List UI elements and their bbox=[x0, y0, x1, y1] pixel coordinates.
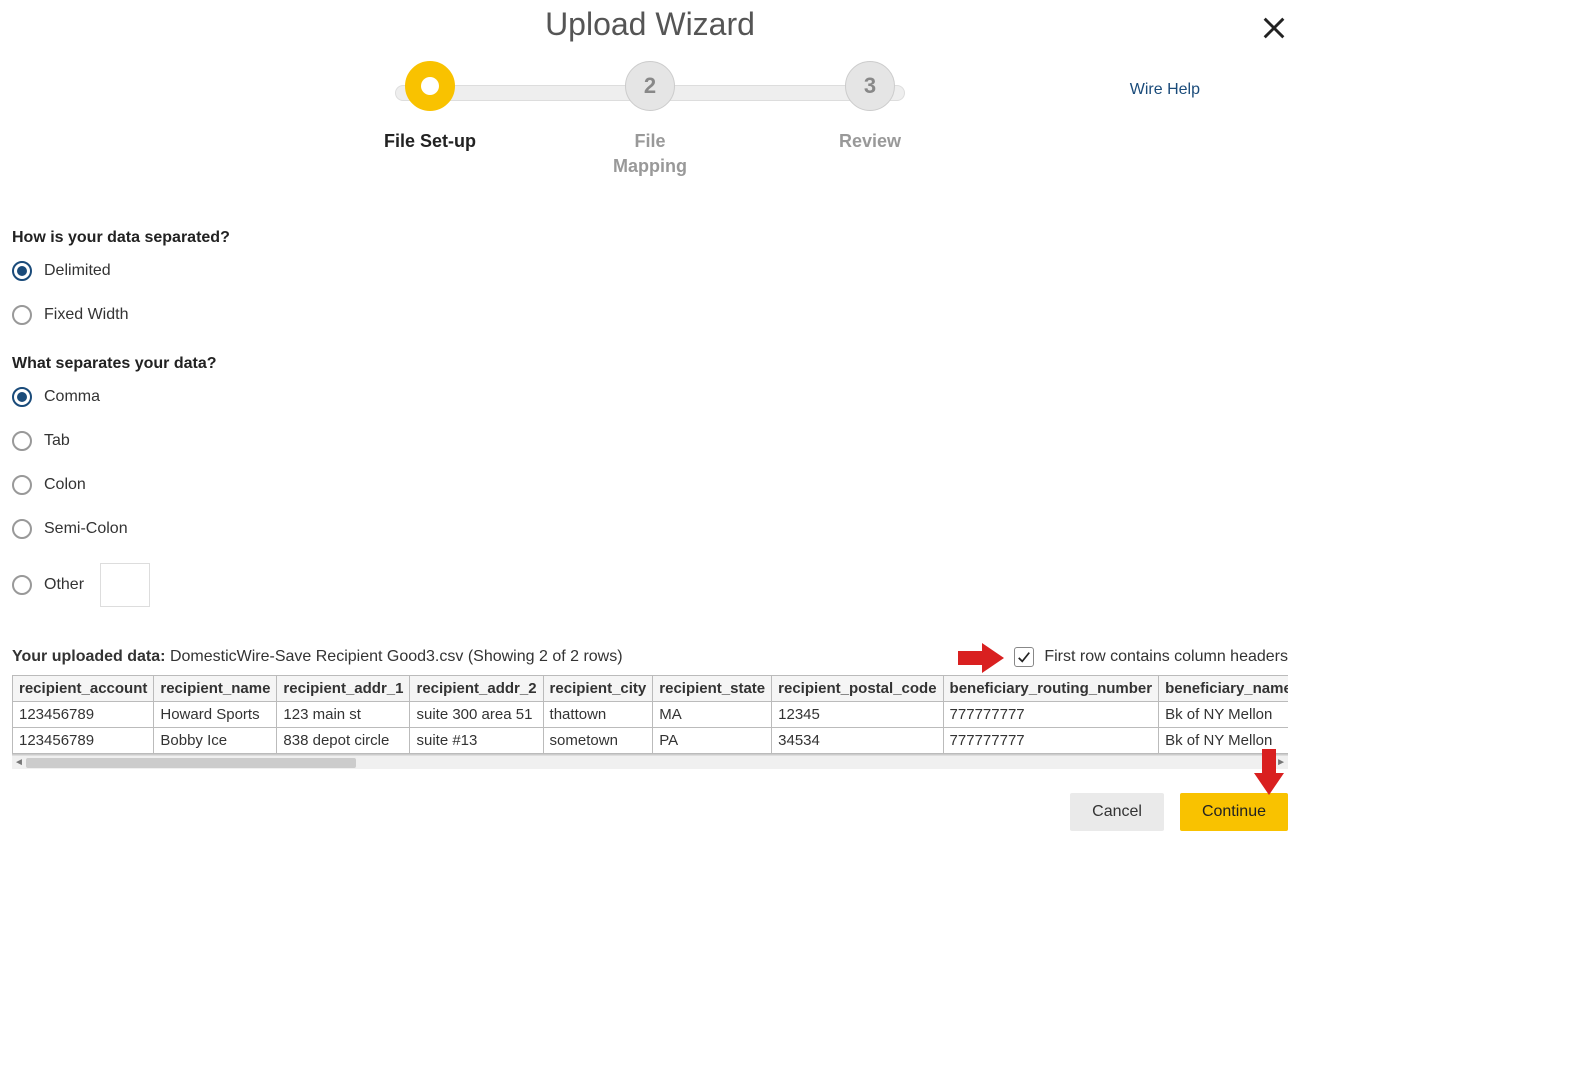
radio-label: Colon bbox=[44, 476, 86, 494]
step-2: 2 File Mapping bbox=[590, 61, 710, 179]
question-data-separated: How is your data separated? bbox=[12, 229, 1288, 247]
first-row-headers-checkbox[interactable] bbox=[1014, 647, 1034, 667]
table-cell: Bk of NY Mellon bbox=[1159, 702, 1288, 728]
table-header-cell: recipient_state bbox=[653, 676, 772, 702]
table-cell: suite #13 bbox=[410, 728, 543, 754]
table-cell: sometown bbox=[543, 728, 653, 754]
delimiter-option[interactable]: Semi-Colon bbox=[12, 519, 1288, 539]
step-circle: 2 bbox=[625, 61, 675, 111]
table-header-cell: beneficiary_name bbox=[1159, 676, 1288, 702]
table-header-cell: recipient_account bbox=[13, 676, 154, 702]
radio-label: Tab bbox=[44, 432, 70, 450]
step-label: Review bbox=[839, 129, 901, 154]
delimiter-option[interactable]: Other bbox=[12, 563, 1288, 607]
step-1: File Set-up bbox=[370, 61, 490, 179]
table-cell: 12345 bbox=[772, 702, 943, 728]
uploaded-filename: DomesticWire-Save Recipient Good3.csv bbox=[170, 648, 463, 665]
uploaded-prefix: Your uploaded data: bbox=[12, 648, 170, 665]
table-cell: Howard Sports bbox=[154, 702, 277, 728]
scrollbar-thumb[interactable] bbox=[26, 758, 356, 768]
radio-input[interactable] bbox=[12, 431, 32, 451]
radio-label: Other bbox=[44, 576, 84, 594]
first-row-headers-label: First row contains column headers bbox=[1044, 648, 1288, 666]
table-header-cell: recipient_postal_code bbox=[772, 676, 943, 702]
radio-label: Semi-Colon bbox=[44, 520, 128, 538]
table-cell: 777777777 bbox=[943, 702, 1159, 728]
step-label: File Set-up bbox=[384, 129, 476, 154]
delimiter-option[interactable]: Comma bbox=[12, 387, 1288, 407]
other-delimiter-input[interactable] bbox=[100, 563, 150, 607]
table-cell: 838 depot circle bbox=[277, 728, 410, 754]
table-row: 123456789Howard Sports123 main stsuite 3… bbox=[13, 702, 1289, 728]
table-header-cell: beneficiary_routing_number bbox=[943, 676, 1159, 702]
table-cell: thattown bbox=[543, 702, 653, 728]
stepper: File Set-up 2 File Mapping 3 Review bbox=[370, 61, 930, 179]
radio-input[interactable] bbox=[12, 387, 32, 407]
page-title: Upload Wizard bbox=[12, 6, 1288, 43]
uploaded-rows-note: (Showing 2 of 2 rows) bbox=[463, 648, 622, 665]
close-icon bbox=[1260, 14, 1288, 42]
radio-group-delimiter: Comma Tab Colon Semi-Colon Other bbox=[12, 387, 1288, 607]
separation-option[interactable]: Fixed Width bbox=[12, 305, 1288, 325]
continue-button[interactable]: Continue bbox=[1180, 793, 1288, 831]
radio-input[interactable] bbox=[12, 261, 32, 281]
check-icon bbox=[1017, 650, 1031, 664]
table-cell: 123456789 bbox=[13, 728, 154, 754]
scroll-left-arrow-icon: ◄ bbox=[14, 757, 24, 768]
wire-help-link[interactable]: Wire Help bbox=[1130, 81, 1200, 99]
radio-input[interactable] bbox=[12, 475, 32, 495]
radio-input[interactable] bbox=[12, 519, 32, 539]
step-circle bbox=[405, 61, 455, 111]
table-cell: 123 main st bbox=[277, 702, 410, 728]
question-separator-char: What separates your data? bbox=[12, 355, 1288, 373]
table-header-cell: recipient_city bbox=[543, 676, 653, 702]
uploaded-data-label: Your uploaded data: DomesticWire-Save Re… bbox=[12, 648, 623, 666]
radio-input[interactable] bbox=[12, 305, 32, 325]
step-label: File Mapping bbox=[613, 129, 687, 179]
radio-input[interactable] bbox=[12, 575, 32, 595]
table-cell: suite 300 area 51 bbox=[410, 702, 543, 728]
table-header-cell: recipient_addr_2 bbox=[410, 676, 543, 702]
close-button[interactable] bbox=[1260, 14, 1288, 47]
radio-label: Fixed Width bbox=[44, 306, 128, 324]
table-cell: 777777777 bbox=[943, 728, 1159, 754]
data-preview-table: recipient_accountrecipient_namerecipient… bbox=[12, 675, 1288, 754]
table-cell: MA bbox=[653, 702, 772, 728]
table-row: 123456789Bobby Ice838 depot circlesuite … bbox=[13, 728, 1289, 754]
step-3: 3 Review bbox=[810, 61, 930, 179]
table-header-cell: recipient_name bbox=[154, 676, 277, 702]
horizontal-scrollbar[interactable]: ◄ ► bbox=[12, 755, 1288, 769]
table-cell: 123456789 bbox=[13, 702, 154, 728]
table-cell: Bobby Ice bbox=[154, 728, 277, 754]
annotation-arrow-down-icon bbox=[1254, 749, 1284, 795]
cancel-button[interactable]: Cancel bbox=[1070, 793, 1164, 831]
delimiter-option[interactable]: Tab bbox=[12, 431, 1288, 451]
table-cell: PA bbox=[653, 728, 772, 754]
data-preview-table-wrap: recipient_accountrecipient_namerecipient… bbox=[12, 675, 1288, 755]
radio-group-separation: Delimited Fixed Width bbox=[12, 261, 1288, 325]
table-header-cell: recipient_addr_1 bbox=[277, 676, 410, 702]
annotation-arrow-right-icon bbox=[958, 643, 1004, 673]
step-circle: 3 bbox=[845, 61, 895, 111]
radio-label: Delimited bbox=[44, 262, 111, 280]
delimiter-option[interactable]: Colon bbox=[12, 475, 1288, 495]
table-cell: 34534 bbox=[772, 728, 943, 754]
separation-option[interactable]: Delimited bbox=[12, 261, 1288, 281]
radio-label: Comma bbox=[44, 388, 100, 406]
